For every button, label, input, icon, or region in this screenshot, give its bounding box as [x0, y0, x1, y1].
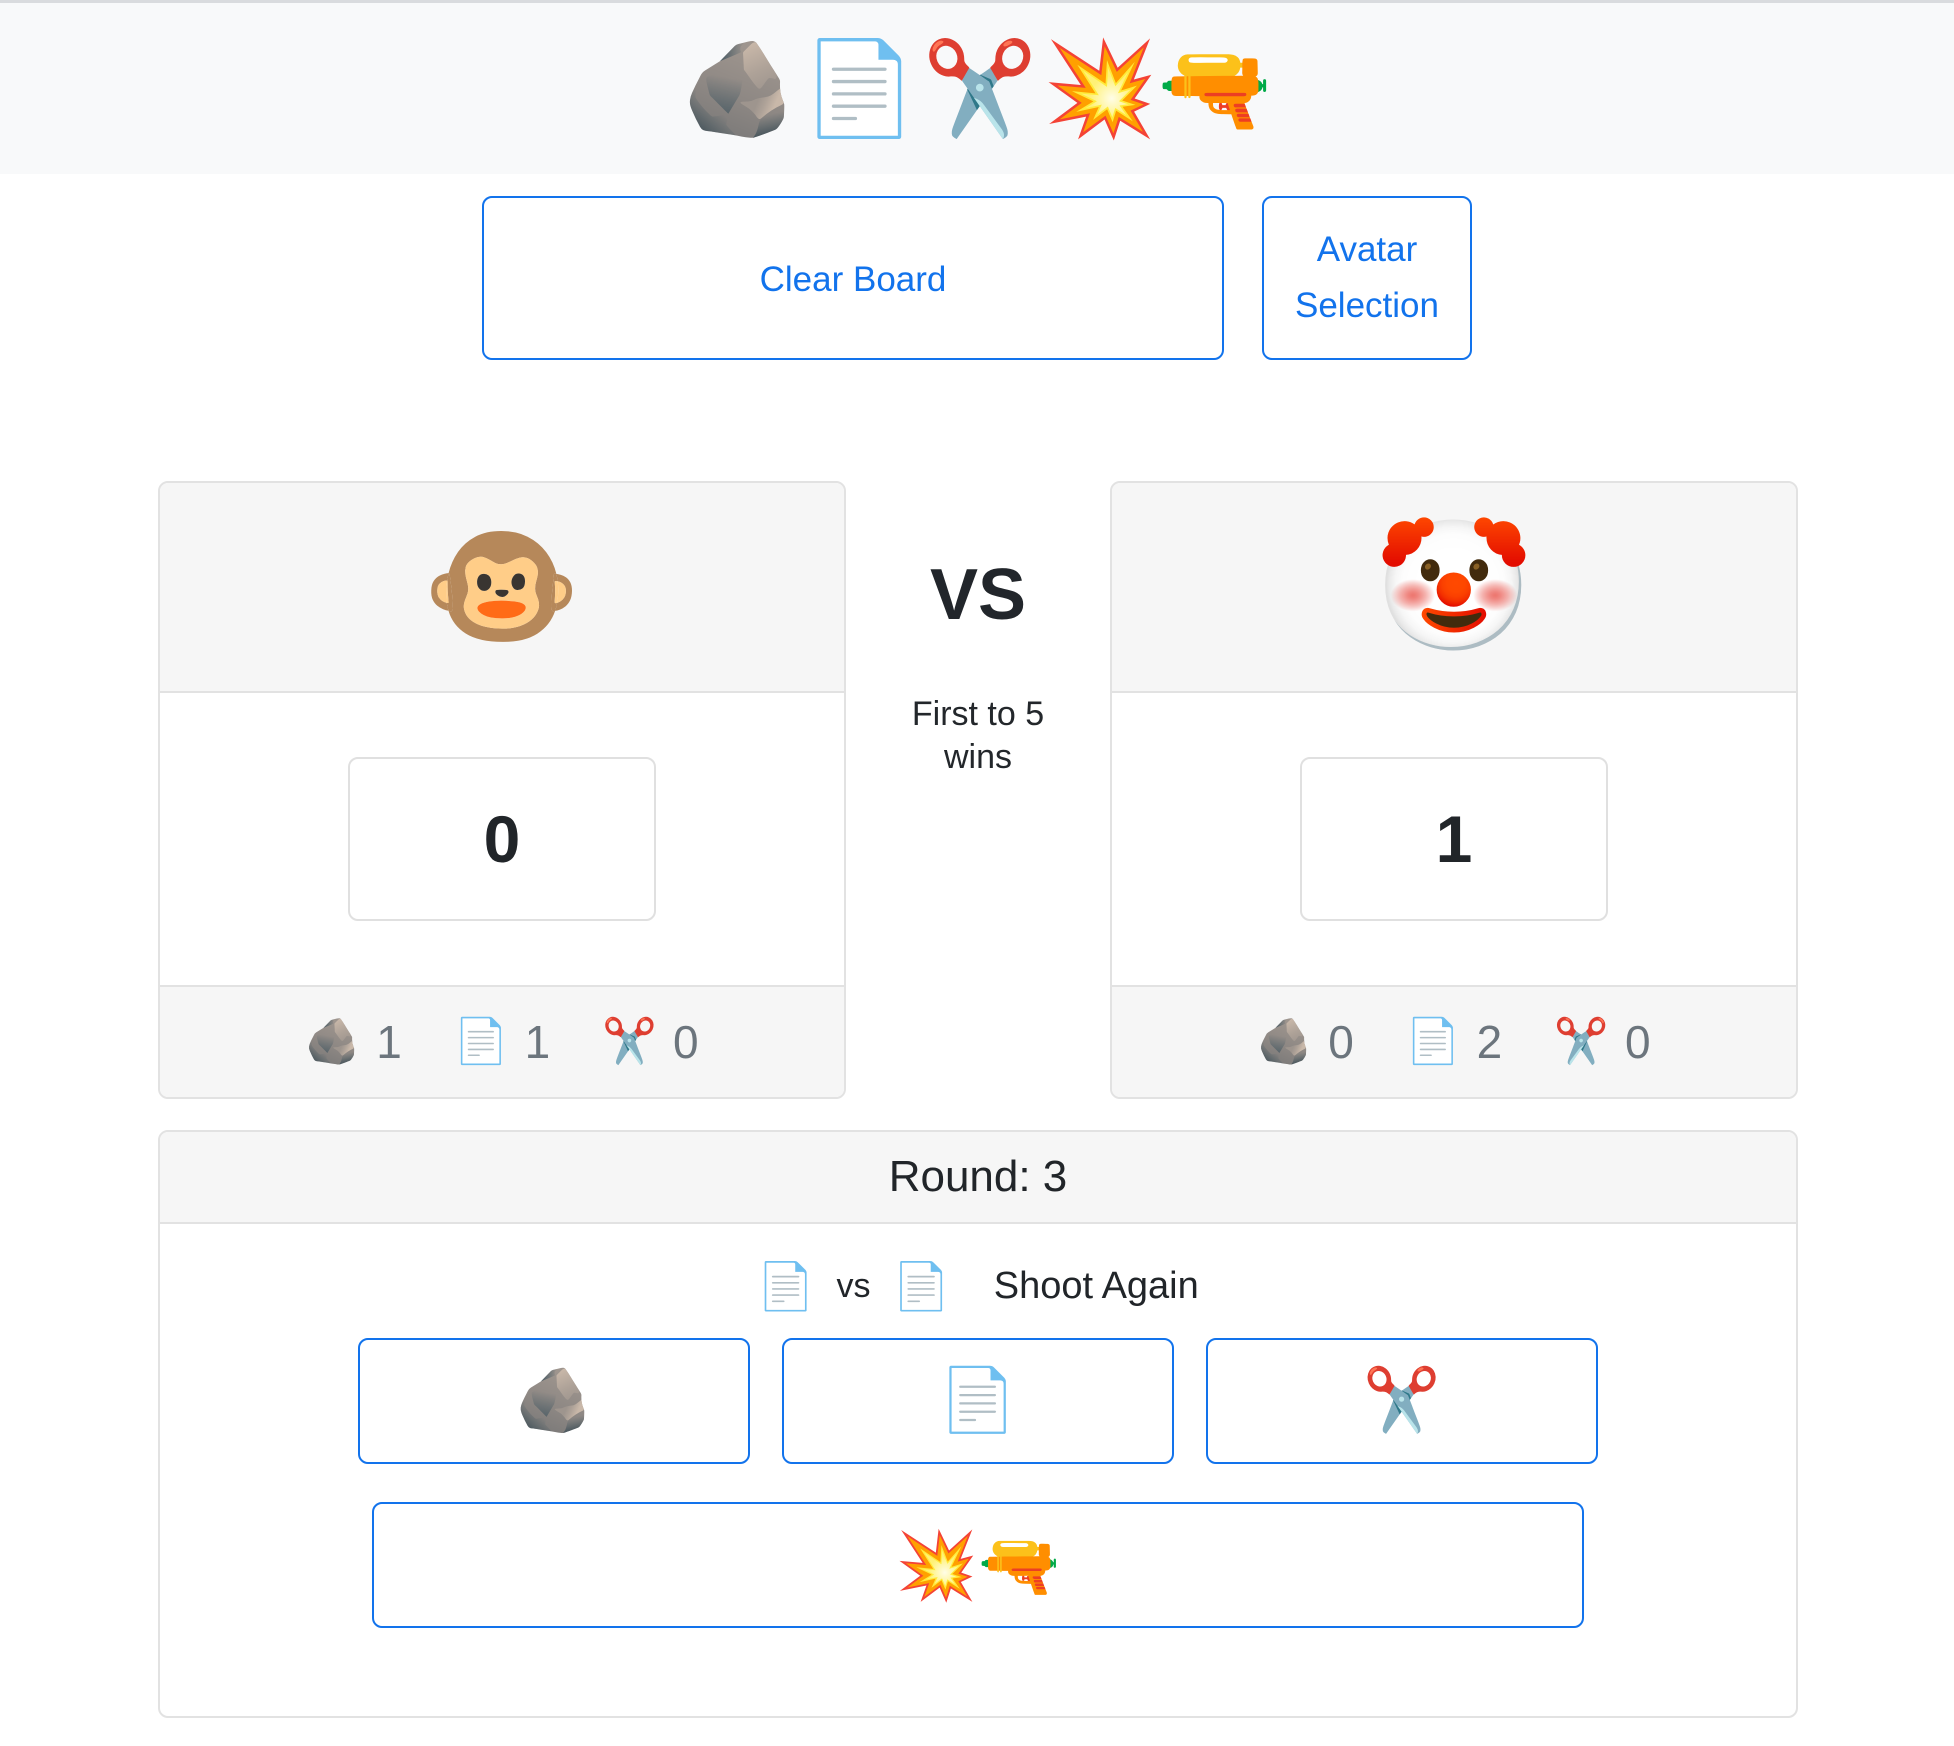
player-one-stats: 🪨 1 📄 1 ✂️ 0 — [160, 985, 844, 1097]
player-two-scissors-stat: ✂️ 0 — [1554, 1015, 1650, 1069]
paper-icon: 📄 — [1405, 1017, 1461, 1066]
versus-label: VS — [929, 555, 1027, 635]
gun-icon: 💥🔫 — [1043, 37, 1273, 140]
player-two-score: 1 — [1300, 757, 1608, 921]
player-two-stats: 🪨 0 📄 2 ✂️ 0 — [1112, 985, 1796, 1097]
choice-button-row: 🪨 📄 ✂️ — [160, 1338, 1796, 1464]
player-one-paper-count: 1 — [524, 1016, 551, 1068]
toolbar: Clear Board Avatar Selection — [0, 196, 1954, 360]
round-title: Round: 3 — [160, 1132, 1796, 1224]
gun-button-row: 💥🔫 — [160, 1502, 1796, 1628]
avatar-selection-button[interactable]: Avatar Selection — [1262, 196, 1472, 360]
scissors-icon: ✂️ — [602, 1017, 657, 1066]
player-one-avatar-header: 🐵 — [160, 483, 844, 693]
player-two-throw-icon: 📄 — [892, 1260, 950, 1312]
avatar-selection-label-line1: Avatar — [1316, 230, 1418, 269]
choose-paper-button[interactable]: 📄 — [782, 1338, 1174, 1464]
choose-gun-button[interactable]: 💥🔫 — [372, 1502, 1584, 1628]
monkey-face-avatar: 🐵 — [422, 515, 582, 658]
round-body: 📄 vs 📄 Shoot Again 🪨 📄 ✂️ 💥🔫 — [160, 1224, 1796, 1628]
player-two-paper-stat: 📄 2 — [1406, 1015, 1502, 1069]
scissors-icon: ✂️ — [922, 37, 1038, 140]
round-result-row: 📄 vs 📄 Shoot Again — [160, 1246, 1796, 1326]
player-two-rock-count: 0 — [1328, 1016, 1354, 1068]
result-versus-label: vs — [836, 1266, 871, 1305]
player-two-card: 🤡 1 🪨 0 📄 2 ✂️ 0 — [1110, 481, 1798, 1099]
player-one-paper-stat: 📄 1 — [454, 1015, 550, 1069]
versus-column: VS First to 5 wins — [874, 481, 1082, 778]
player-one-score: 0 — [348, 757, 656, 921]
player-two-paper-count: 2 — [1476, 1016, 1503, 1068]
player-two-avatar-header: 🤡 — [1112, 483, 1796, 693]
clear-board-button[interactable]: Clear Board — [482, 196, 1224, 360]
scissors-icon: ✂️ — [1554, 1017, 1609, 1066]
rock-icon: 🪨 — [681, 37, 797, 140]
rock-icon: 🪨 — [305, 1017, 361, 1066]
score-board: 🐵 0 🪨 1 📄 1 ✂️ 0 VS First to 5 wins 🤡 1 … — [158, 481, 1798, 1099]
rock-icon: 🪨 — [515, 1366, 593, 1435]
player-one-rock-count: 1 — [376, 1016, 402, 1068]
win-condition-text: First to 5 wins — [898, 693, 1058, 778]
paper-icon: 📄 — [802, 37, 917, 140]
paper-icon: 📄 — [939, 1366, 1017, 1435]
rock-icon: 🪨 — [1257, 1017, 1313, 1066]
player-two-rock-stat: 🪨 0 — [1257, 1015, 1353, 1069]
win-condition-line2: wins — [943, 737, 1013, 776]
paper-icon: 📄 — [453, 1017, 509, 1066]
player-one-card: 🐵 0 🪨 1 📄 1 ✂️ 0 — [158, 481, 846, 1099]
round-outcome-text: Shoot Again — [993, 1264, 1199, 1307]
player-one-scissors-count: 0 — [672, 1016, 699, 1068]
player-one-throw-icon: 📄 — [757, 1260, 815, 1312]
player-two-scissors-count: 0 — [1624, 1016, 1651, 1068]
player-one-score-area: 0 — [160, 693, 844, 985]
player-one-scissors-stat: ✂️ 0 — [602, 1015, 698, 1069]
round-panel: Round: 3 📄 vs 📄 Shoot Again 🪨 📄 ✂️ 💥🔫 — [158, 1130, 1798, 1718]
win-condition-line1: First to 5 — [911, 695, 1045, 733]
clown-face-avatar: 🤡 — [1374, 515, 1534, 658]
scissors-icon: ✂️ — [1363, 1366, 1441, 1435]
gun-icon: 💥🔫 — [895, 1528, 1061, 1602]
choose-rock-button[interactable]: 🪨 — [358, 1338, 750, 1464]
emoji-header-bar: 🪨 📄 ✂️ 💥🔫 — [0, 0, 1954, 174]
choose-scissors-button[interactable]: ✂️ — [1206, 1338, 1598, 1464]
player-two-score-area: 1 — [1112, 693, 1796, 985]
player-one-rock-stat: 🪨 1 — [305, 1015, 401, 1069]
avatar-selection-label-line2: Selection — [1295, 286, 1439, 325]
